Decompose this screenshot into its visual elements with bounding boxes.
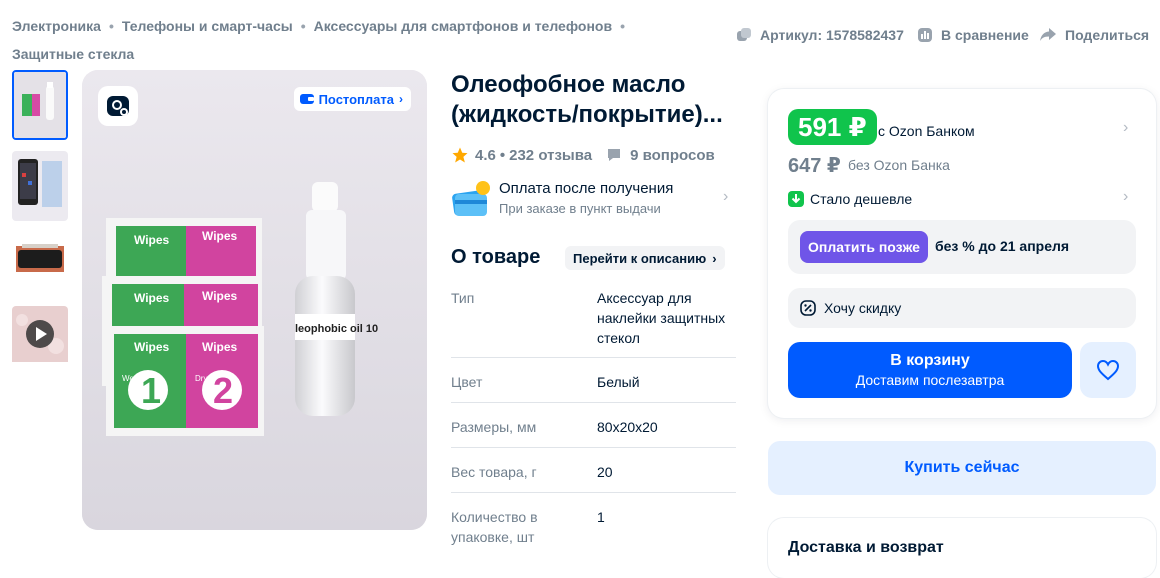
- postpay-badge[interactable]: Постоплата ›: [293, 87, 411, 111]
- gallery-thumbnail-1[interactable]: [12, 70, 68, 140]
- goto-description-label: Перейти к описанию: [573, 250, 707, 266]
- spec-key: Тип: [451, 290, 475, 306]
- compare-icon: [918, 28, 932, 42]
- goto-description-button[interactable]: Перейти к описанию ›: [565, 246, 725, 270]
- breadcrumb-separator: •: [300, 18, 306, 34]
- questions-count[interactable]: 9 вопросов: [630, 147, 715, 164]
- svg-text:Wipes: Wipes: [134, 340, 170, 354]
- heart-icon: [1096, 359, 1120, 381]
- pay-after-title: Оплата после получения: [499, 180, 674, 197]
- price-card: 591 ₽ с Ozon Банком › 647 ₽ без Ozon Бан…: [768, 89, 1156, 418]
- price-dropped-label: Стало дешевле: [810, 191, 913, 207]
- spec-key: Количество в упаковке, шт: [451, 509, 538, 545]
- spec-value: Белый: [597, 374, 640, 390]
- price-dropped[interactable]: Стало дешевле: [788, 189, 912, 209]
- price-with-bank: 591 ₽: [788, 109, 877, 145]
- pay-after-subtitle: При заказе в пункт выдачи: [499, 201, 661, 216]
- nobank-label: без Ozon Банка: [848, 157, 950, 173]
- delivery-title: Доставка и возврат: [788, 539, 944, 556]
- chevron-right-icon[interactable]: ›: [1123, 188, 1128, 206]
- spec-value: 1: [597, 509, 605, 525]
- breadcrumb-separator: •: [108, 18, 114, 34]
- gallery-thumbnail-2[interactable]: [12, 151, 68, 221]
- svg-text:1: 1: [141, 370, 161, 411]
- gallery-video-thumbnail[interactable]: [12, 306, 68, 376]
- product-photo: Wipes Wipes Wipes Wipes Wipes Wipes 1 2 …: [82, 70, 427, 530]
- arrow-down-icon: [788, 191, 804, 207]
- svg-text:Wipes: Wipes: [202, 289, 238, 303]
- spec-key: Размеры, мм: [451, 419, 537, 435]
- want-discount-button[interactable]: Хочу скидку: [788, 288, 1136, 328]
- pay-later-button[interactable]: Оплатить позже: [800, 231, 928, 263]
- add-to-cart-button[interactable]: В корзину Доставим послезавтра: [788, 342, 1072, 398]
- cart-delivery-label: Доставим послезавтра: [855, 372, 1005, 388]
- card-icon: [452, 181, 490, 216]
- article-number[interactable]: Артикул: 1578582437: [736, 25, 904, 45]
- rating-value: 4.6: [475, 146, 496, 164]
- breadcrumb-item-electronics[interactable]: Электроника: [12, 18, 101, 34]
- delivery-return-card[interactable]: Доставка и возврат: [768, 518, 1156, 578]
- pay-later-text: без % до 21 апреля: [935, 238, 1070, 254]
- svg-text:Wipes: Wipes: [134, 291, 170, 305]
- breadcrumb-item-accessories[interactable]: Аксессуары для смартфонов и телефонов: [314, 18, 612, 34]
- postpay-label: Постоплата: [318, 91, 394, 107]
- star-icon: [452, 147, 468, 163]
- svg-text:Wet: Wet: [122, 374, 137, 383]
- spec-row-type: Тип Аксессуар для наклейки защитных стек…: [451, 288, 736, 358]
- breadcrumb-item-screen-protectors[interactable]: Защитные стекла: [12, 46, 134, 62]
- svg-text:leophobic oil 10: leophobic oil 10: [295, 323, 378, 335]
- spec-value: 80x20x20: [597, 419, 658, 435]
- pay-after-receipt[interactable]: Оплата после получения При заказе в пунк…: [451, 178, 736, 222]
- discount-icon: [800, 300, 816, 316]
- breadcrumb-item-phones[interactable]: Телефоны и смарт-часы: [122, 18, 293, 34]
- lens-search-icon: [107, 96, 129, 116]
- price-without-bank: 647 ₽: [788, 155, 841, 177]
- svg-text:2: 2: [213, 370, 233, 411]
- favorite-button[interactable]: [1080, 342, 1136, 398]
- buy-now-button[interactable]: Купить сейчас: [768, 441, 1156, 495]
- spec-value: Аксессуар для наклейки защитных стекол: [597, 290, 726, 346]
- svg-text:Wipes: Wipes: [134, 233, 170, 247]
- share-button[interactable]: Поделиться: [1039, 25, 1149, 45]
- spec-row-dimensions: Размеры, мм 80x20x20: [451, 403, 736, 448]
- want-discount-label: Хочу скидку: [824, 300, 902, 316]
- bank-label: с Ozon Банком: [878, 123, 975, 139]
- compare-button[interactable]: В сравнение: [917, 25, 1029, 45]
- copy-icon: [737, 28, 751, 41]
- spec-row-quantity: Количество в упаковке, шт 1: [451, 493, 736, 560]
- main-product-image[interactable]: Wipes Wipes Wipes Wipes Wipes Wipes 1 2 …: [82, 70, 427, 530]
- chevron-right-icon: ›: [723, 188, 729, 205]
- breadcrumb: Электроника • Телефоны и смарт-часы • Аксесс…: [12, 12, 652, 68]
- spec-key: Вес товара, г: [451, 464, 537, 480]
- svg-text:Dry: Dry: [195, 374, 207, 383]
- share-label: Поделиться: [1065, 27, 1150, 43]
- rating-row[interactable]: 4.6 • 232 отзыва 9 вопросов: [451, 145, 715, 165]
- spec-row-color: Цвет Белый: [451, 358, 736, 403]
- pay-later-block: Оплатить позже без % до 21 апреля: [788, 220, 1136, 274]
- svg-text:Wipes: Wipes: [202, 340, 238, 354]
- chat-icon: [608, 149, 621, 161]
- about-heading: О товаре: [451, 246, 541, 268]
- breadcrumb-separator: •: [620, 18, 625, 34]
- compare-label: В сравнение: [941, 27, 1029, 43]
- article-label: Артикул: 1578582437: [760, 27, 904, 43]
- wallet-icon: [299, 94, 314, 104]
- rating-separator: •: [499, 146, 506, 164]
- spec-key: Цвет: [451, 374, 483, 390]
- spec-value: 20: [597, 464, 613, 480]
- chevron-right-icon: ›: [399, 92, 403, 106]
- spec-row-weight: Вес товара, г 20: [451, 448, 736, 493]
- cart-button-label: В корзину: [890, 352, 970, 369]
- image-search-button[interactable]: [98, 86, 138, 126]
- svg-text:Wipes: Wipes: [202, 229, 238, 243]
- share-icon: [1040, 28, 1056, 41]
- chevron-right-icon: ›: [712, 250, 717, 266]
- product-title: Олеофобное масло (жидкость/покрытие)...: [451, 71, 723, 128]
- reviews-count[interactable]: 232 отзыва: [509, 147, 592, 164]
- chevron-right-icon[interactable]: ›: [1123, 119, 1128, 137]
- gallery-thumbnail-3[interactable]: [12, 232, 68, 302]
